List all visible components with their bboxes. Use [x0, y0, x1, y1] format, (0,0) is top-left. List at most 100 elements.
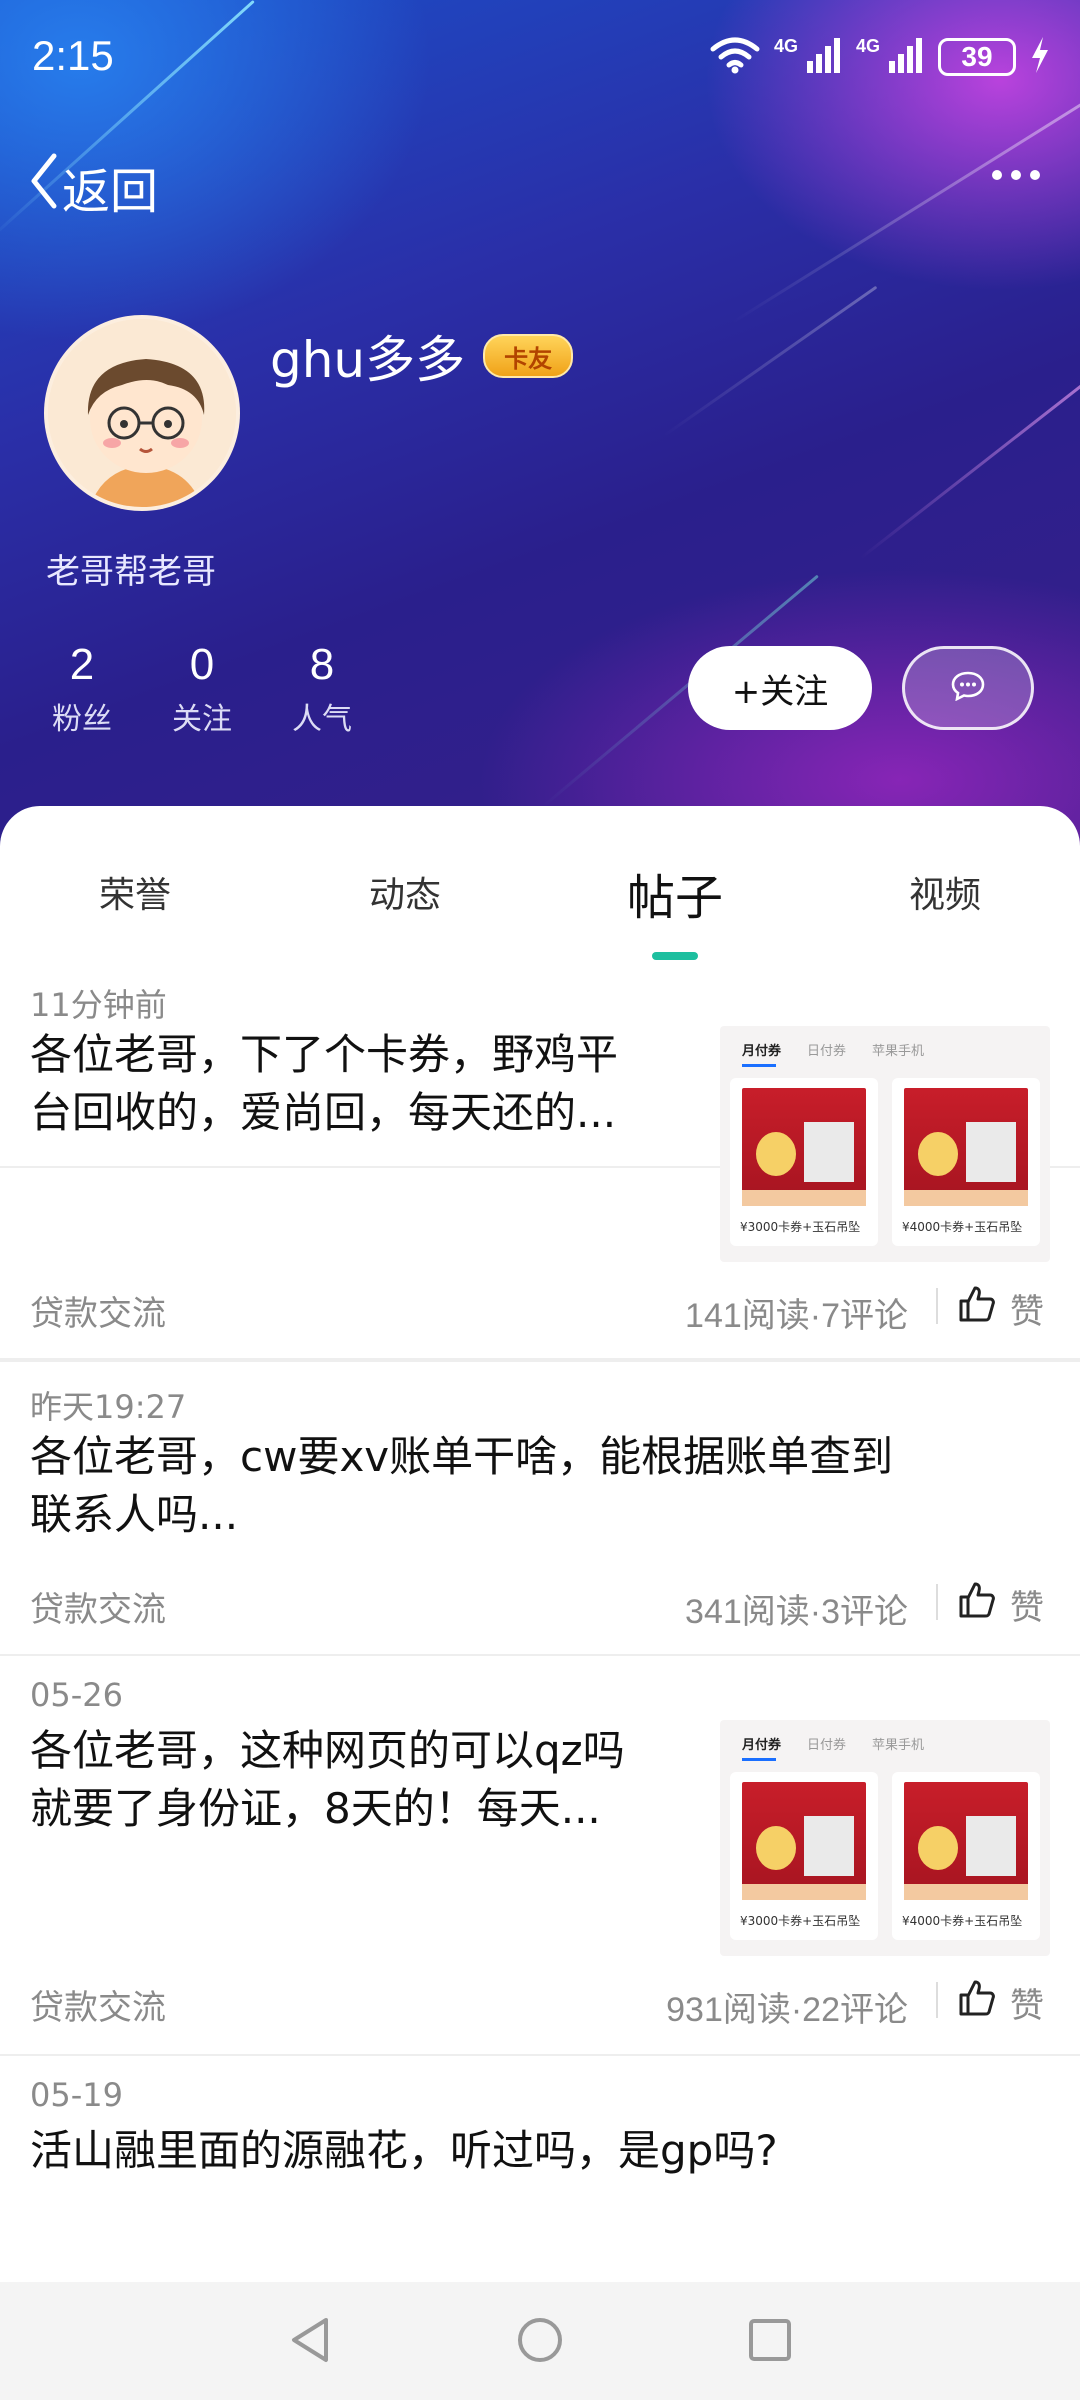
post-time: 05-19 — [30, 2076, 123, 2114]
signal-icon — [806, 37, 842, 77]
stat-popularity[interactable]: 8 人气 — [280, 640, 364, 738]
chevron-left-icon — [28, 152, 58, 222]
stat-value: 8 — [309, 640, 335, 689]
post-stats: 931阅读·22评论 — [666, 1991, 908, 2029]
more-dot — [1030, 170, 1040, 180]
decorative-streak — [662, 285, 878, 438]
thumbnail-caption: ¥4000卡券+玉石吊坠 — [902, 1914, 1023, 1928]
profile-signature: 老哥帮老哥 — [46, 552, 216, 592]
username: ghu多多 — [270, 331, 466, 389]
stat-followers[interactable]: 2 粉丝 — [40, 640, 124, 738]
network-type-2: 4G — [855, 36, 880, 56]
tab-posts[interactable]: 帖子 — [540, 846, 810, 928]
post-title-line: 活山融里面的源融花，听过吗，是gp吗? — [30, 2126, 778, 2175]
thumbnail-tab: 日付券 — [807, 1738, 847, 1753]
post-category[interactable]: 贷款交流 — [30, 1980, 166, 2029]
like-button[interactable]: 赞 — [958, 1284, 1044, 1333]
system-navigation-bar — [0, 2282, 1080, 2400]
post-title-line: 各位老哥，cw要xv账单干啥，能根据账单查到 — [30, 1432, 894, 1481]
circle-home-icon — [516, 2316, 564, 2368]
post-item[interactable]: 昨天19:27 各位老哥，cw要xv账单干啥，能根据账单查到 联系人吗... 贷… — [0, 1360, 1080, 1656]
profile-stats: 2 粉丝 0 关注 8 人气 — [40, 640, 364, 738]
post-time: 11分钟前 — [30, 986, 167, 1024]
nav-back-button[interactable] — [280, 2312, 340, 2372]
thumbnail-caption: ¥4000卡券+玉石吊坠 — [902, 1220, 1023, 1234]
avatar[interactable] — [44, 315, 240, 511]
product-image — [742, 1782, 866, 1900]
decorative-streak — [859, 323, 1080, 560]
stat-value: 0 — [189, 640, 215, 689]
product-image — [904, 1088, 1028, 1206]
thumbs-up-icon — [958, 1581, 996, 1628]
more-dot — [992, 170, 1002, 180]
post-stats: 341阅读·3评论 — [685, 1593, 908, 1631]
signal-icon — [888, 37, 924, 77]
post-thumbnail[interactable]: 月付券 日付券 苹果手机 ¥3000卡券+玉石吊坠 ¥4000卡券+玉石吊坠 — [720, 1026, 1050, 1262]
stat-label: 粉丝 — [52, 702, 112, 737]
tab-bar: 荣誉 动态 帖子 视频 — [0, 846, 1080, 956]
more-options-button[interactable] — [992, 170, 1040, 180]
post-thumbnail[interactable]: 月付券 日付券 苹果手机 ¥3000卡券+玉石吊坠 ¥4000卡券+玉石吊坠 — [720, 1720, 1050, 1956]
chat-bubble-icon — [951, 671, 985, 705]
triangle-back-icon — [288, 2316, 332, 2368]
post-title-line: 各位老哥，下了个卡券，野鸡平 — [30, 1030, 619, 1079]
thumbnail-caption: ¥3000卡券+玉石吊坠 — [740, 1914, 861, 1928]
post-category[interactable]: 贷款交流 — [30, 1286, 166, 1335]
top-navigation: 返回 — [0, 140, 1080, 230]
thumbnail-card: ¥4000卡券+玉石吊坠 — [892, 1078, 1040, 1246]
username-row: ghu多多 卡友 — [270, 320, 574, 392]
square-recents-icon — [748, 2318, 792, 2366]
thumbs-up-icon — [958, 1979, 996, 2026]
tab-activity[interactable]: 动态 — [270, 846, 540, 918]
nav-home-button[interactable] — [510, 2312, 570, 2372]
thumbs-up-icon — [958, 1285, 996, 1332]
thumbnail-tab: 苹果手机 — [872, 1044, 925, 1059]
stat-following[interactable]: 0 关注 — [160, 640, 244, 738]
divider — [936, 1982, 938, 2018]
thumbnail-tab: 日付券 — [807, 1044, 847, 1059]
stat-value: 2 — [69, 640, 95, 689]
thumbnail-card: ¥3000卡券+玉石吊坠 — [730, 1772, 878, 1940]
thumbnail-tab: 苹果手机 — [872, 1738, 925, 1753]
divider — [936, 1584, 938, 1620]
thumbnail-tabs: 月付券 日付券 苹果手机 — [742, 1040, 925, 1067]
like-button[interactable]: 赞 — [958, 1978, 1044, 2027]
post-item[interactable]: 05-26 各位老哥，这种网页的可以qz吗 就要了身份证，8天的！每天... 月… — [0, 1656, 1080, 2056]
like-label: 赞 — [1010, 1986, 1044, 2026]
post-time: 昨天19:27 — [30, 1388, 187, 1426]
thumbnail-tabs: 月付券 日付券 苹果手机 — [742, 1734, 925, 1761]
charging-icon — [1030, 36, 1050, 78]
stat-label: 人气 — [292, 702, 352, 737]
message-button[interactable] — [902, 646, 1034, 730]
thumbnail-caption: ¥3000卡券+玉石吊坠 — [740, 1220, 861, 1234]
member-badge: 卡友 — [483, 334, 574, 378]
more-dot — [1011, 170, 1021, 180]
post-title-line: 台回收的，爱尚回，每天还的... — [30, 1088, 617, 1137]
post-title-line: 联系人吗... — [30, 1490, 239, 1539]
divider — [936, 1288, 938, 1324]
like-label: 赞 — [1010, 1292, 1044, 1332]
network-type-1: 4G — [773, 36, 798, 56]
stat-label: 关注 — [172, 702, 232, 737]
thumbnail-card: ¥4000卡券+玉石吊坠 — [892, 1772, 1040, 1940]
follow-button[interactable]: +关注 — [688, 646, 872, 730]
thumbnail-tab: 月付券 — [742, 1734, 781, 1761]
post-item[interactable]: 11分钟前 各位老哥，下了个卡券，野鸡平 台回收的，爱尚回，每天还的... 月付… — [0, 970, 1080, 1360]
post-title-line: 就要了身份证，8天的！每天... — [30, 1784, 601, 1833]
wifi-icon — [710, 36, 760, 78]
product-image — [904, 1782, 1028, 1900]
status-icons: 4G 4G 39 — [710, 36, 1050, 78]
post-stats: 141阅读·7评论 — [685, 1297, 908, 1335]
post-item[interactable]: 05-19 活山融里面的源融花，听过吗，是gp吗? — [0, 2056, 1080, 2282]
active-tab-indicator — [652, 952, 698, 960]
status-time: 2:15 — [32, 32, 114, 79]
avatar-illustration — [48, 319, 236, 507]
post-category[interactable]: 贷款交流 — [30, 1582, 166, 1631]
like-button[interactable]: 赞 — [958, 1580, 1044, 1629]
nav-recents-button[interactable] — [740, 2312, 800, 2372]
tab-videos[interactable]: 视频 — [810, 846, 1080, 918]
tab-honors[interactable]: 荣誉 — [0, 846, 270, 918]
battery-indicator: 39 — [938, 38, 1016, 76]
product-image — [742, 1088, 866, 1206]
back-button[interactable]: 返回 — [28, 152, 158, 222]
